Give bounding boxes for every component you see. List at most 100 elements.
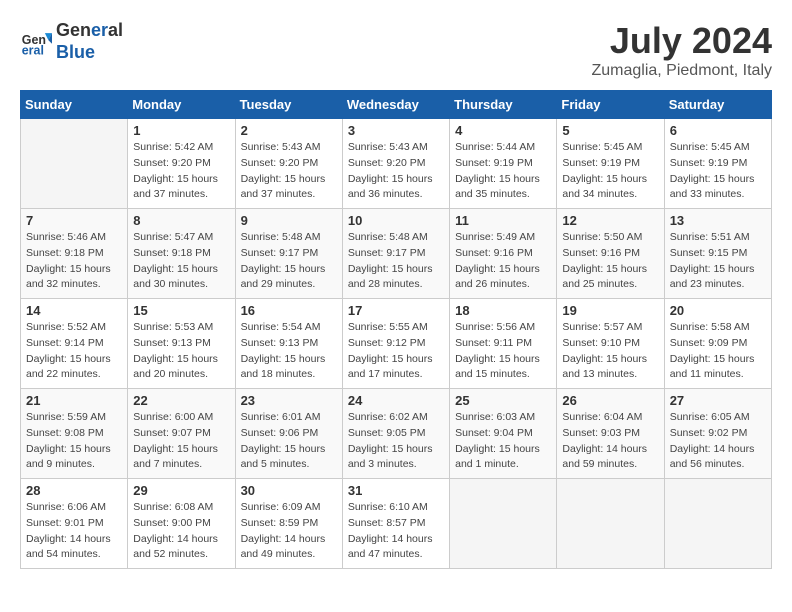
day-info: Sunrise: 6:08 AM Sunset: 9:00 PM Dayligh… xyxy=(133,500,229,563)
day-number: 29 xyxy=(133,483,229,498)
month-year-title: July 2024 xyxy=(591,20,772,62)
calendar-week-row: 7 Sunrise: 5:46 AM Sunset: 9:18 PM Daylig… xyxy=(21,209,772,299)
calendar-cell: 4 Sunrise: 5:44 AM Sunset: 9:19 PM Daylig… xyxy=(450,119,557,209)
day-info: Sunrise: 5:42 AM Sunset: 9:20 PM Dayligh… xyxy=(133,140,229,203)
calendar-cell xyxy=(664,479,771,569)
calendar-week-row: 21 Sunrise: 5:59 AM Sunset: 9:08 PM Dayli… xyxy=(21,389,772,479)
day-number: 4 xyxy=(455,123,551,138)
day-info: Sunrise: 5:51 AM Sunset: 9:15 PM Dayligh… xyxy=(670,230,766,293)
day-number: 2 xyxy=(241,123,337,138)
calendar-cell: 11Sunrise: 5:49 AM Sunset: 9:16 PM Dayli… xyxy=(450,209,557,299)
day-info: Sunrise: 5:43 AM Sunset: 9:20 PM Dayligh… xyxy=(348,140,444,203)
calendar-cell: 7 Sunrise: 5:46 AM Sunset: 9:18 PM Daylig… xyxy=(21,209,128,299)
day-number: 27 xyxy=(670,393,766,408)
calendar-cell: 3Sunrise: 5:43 AM Sunset: 9:20 PM Daylig… xyxy=(342,119,449,209)
day-number: 21 xyxy=(26,393,122,408)
calendar-cell: 16 Sunrise: 5:54 AM Sunset: 9:13 PM Dayli… xyxy=(235,299,342,389)
day-number: 10 xyxy=(348,213,444,228)
day-info: Sunrise: 6:01 AM Sunset: 9:06 PM Dayligh… xyxy=(241,410,337,473)
calendar-cell: 25 Sunrise: 6:03 AM Sunset: 9:04 PM Dayli… xyxy=(450,389,557,479)
day-info: Sunrise: 5:54 AM Sunset: 9:13 PM Dayligh… xyxy=(241,320,337,383)
day-number: 1 xyxy=(133,123,229,138)
calendar-cell: 14 Sunrise: 5:52 AM Sunset: 9:14 PM Dayli… xyxy=(21,299,128,389)
day-info: Sunrise: 6:06 AM Sunset: 9:01 PM Dayligh… xyxy=(26,500,122,563)
calendar-cell xyxy=(21,119,128,209)
day-number: 18 xyxy=(455,303,551,318)
calendar-cell: 29 Sunrise: 6:08 AM Sunset: 9:00 PM Dayli… xyxy=(128,479,235,569)
day-number: 7 xyxy=(26,213,122,228)
calendar-cell: 24Sunrise: 6:02 AM Sunset: 9:05 PM Dayli… xyxy=(342,389,449,479)
day-info: Sunrise: 5:48 AM Sunset: 9:17 PM Dayligh… xyxy=(241,230,337,293)
day-number: 16 xyxy=(241,303,337,318)
calendar-cell: 30 Sunrise: 6:09 AM Sunset: 8:59 PM Dayli… xyxy=(235,479,342,569)
title-block: July 2024 Zumaglia, Piedmont, Italy xyxy=(591,20,772,80)
calendar-cell: 17 Sunrise: 5:55 AM Sunset: 9:12 PM Dayli… xyxy=(342,299,449,389)
calendar-cell: 12Sunrise: 5:50 AM Sunset: 9:16 PM Dayli… xyxy=(557,209,664,299)
calendar-cell: 27Sunrise: 6:05 AM Sunset: 9:02 PM Dayli… xyxy=(664,389,771,479)
day-number: 6 xyxy=(670,123,766,138)
day-info: Sunrise: 5:52 AM Sunset: 9:14 PM Dayligh… xyxy=(26,320,122,383)
day-number: 19 xyxy=(562,303,658,318)
calendar-cell: 22 Sunrise: 6:00 AM Sunset: 9:07 PM Dayli… xyxy=(128,389,235,479)
day-info: Sunrise: 6:03 AM Sunset: 9:04 PM Dayligh… xyxy=(455,410,551,473)
calendar-cell: 13Sunrise: 5:51 AM Sunset: 9:15 PM Dayli… xyxy=(664,209,771,299)
day-info: Sunrise: 5:55 AM Sunset: 9:12 PM Dayligh… xyxy=(348,320,444,383)
calendar-week-row: 1 Sunrise: 5:42 AM Sunset: 9:20 PM Daylig… xyxy=(21,119,772,209)
day-info: Sunrise: 5:43 AM Sunset: 9:20 PM Dayligh… xyxy=(241,140,337,203)
day-number: 30 xyxy=(241,483,337,498)
calendar-cell: 2 Sunrise: 5:43 AM Sunset: 9:20 PM Daylig… xyxy=(235,119,342,209)
day-number: 24 xyxy=(348,393,444,408)
page-header: Gen eral General Blue July 2024 Zumaglia… xyxy=(20,20,772,80)
calendar-week-row: 14 Sunrise: 5:52 AM Sunset: 9:14 PM Dayli… xyxy=(21,299,772,389)
calendar-cell: 5Sunrise: 5:45 AM Sunset: 9:19 PM Daylig… xyxy=(557,119,664,209)
day-number: 14 xyxy=(26,303,122,318)
svg-text:eral: eral xyxy=(22,43,44,57)
calendar-cell: 18 Sunrise: 5:56 AM Sunset: 9:11 PM Dayli… xyxy=(450,299,557,389)
weekday-header: Thursday xyxy=(450,91,557,119)
calendar-cell: 10 Sunrise: 5:48 AM Sunset: 9:17 PM Dayli… xyxy=(342,209,449,299)
calendar-cell xyxy=(557,479,664,569)
weekday-header: Wednesday xyxy=(342,91,449,119)
calendar-cell: 20Sunrise: 5:58 AM Sunset: 9:09 PM Dayli… xyxy=(664,299,771,389)
day-info: Sunrise: 5:56 AM Sunset: 9:11 PM Dayligh… xyxy=(455,320,551,383)
location-subtitle: Zumaglia, Piedmont, Italy xyxy=(591,62,772,80)
calendar-cell: 21 Sunrise: 5:59 AM Sunset: 9:08 PM Dayli… xyxy=(21,389,128,479)
day-number: 22 xyxy=(133,393,229,408)
calendar-cell: 8 Sunrise: 5:47 AM Sunset: 9:18 PM Daylig… xyxy=(128,209,235,299)
calendar-cell: 15Sunrise: 5:53 AM Sunset: 9:13 PM Dayli… xyxy=(128,299,235,389)
calendar-cell: 23Sunrise: 6:01 AM Sunset: 9:06 PM Dayli… xyxy=(235,389,342,479)
calendar-cell: 6 Sunrise: 5:45 AM Sunset: 9:19 PM Daylig… xyxy=(664,119,771,209)
day-info: Sunrise: 5:58 AM Sunset: 9:09 PM Dayligh… xyxy=(670,320,766,383)
day-info: Sunrise: 5:44 AM Sunset: 9:19 PM Dayligh… xyxy=(455,140,551,203)
calendar-cell: 28 Sunrise: 6:06 AM Sunset: 9:01 PM Dayli… xyxy=(21,479,128,569)
calendar-cell: 1 Sunrise: 5:42 AM Sunset: 9:20 PM Daylig… xyxy=(128,119,235,209)
weekday-header: Saturday xyxy=(664,91,771,119)
day-info: Sunrise: 5:47 AM Sunset: 9:18 PM Dayligh… xyxy=(133,230,229,293)
calendar-cell: 9Sunrise: 5:48 AM Sunset: 9:17 PM Daylig… xyxy=(235,209,342,299)
calendar-cell xyxy=(450,479,557,569)
weekday-header-row: SundayMondayTuesdayWednesdayThursdayFrid… xyxy=(21,91,772,119)
logo-text: General Blue xyxy=(56,20,123,63)
weekday-header: Sunday xyxy=(21,91,128,119)
logo: Gen eral General Blue xyxy=(20,20,123,63)
day-number: 31 xyxy=(348,483,444,498)
day-number: 8 xyxy=(133,213,229,228)
day-info: Sunrise: 5:46 AM Sunset: 9:18 PM Dayligh… xyxy=(26,230,122,293)
calendar-cell: 26 Sunrise: 6:04 AM Sunset: 9:03 PM Dayli… xyxy=(557,389,664,479)
day-info: Sunrise: 5:59 AM Sunset: 9:08 PM Dayligh… xyxy=(26,410,122,473)
day-number: 17 xyxy=(348,303,444,318)
day-info: Sunrise: 6:10 AM Sunset: 8:57 PM Dayligh… xyxy=(348,500,444,563)
day-info: Sunrise: 5:48 AM Sunset: 9:17 PM Dayligh… xyxy=(348,230,444,293)
day-number: 25 xyxy=(455,393,551,408)
day-number: 26 xyxy=(562,393,658,408)
day-info: Sunrise: 6:04 AM Sunset: 9:03 PM Dayligh… xyxy=(562,410,658,473)
weekday-header: Tuesday xyxy=(235,91,342,119)
day-info: Sunrise: 5:45 AM Sunset: 9:19 PM Dayligh… xyxy=(670,140,766,203)
day-number: 28 xyxy=(26,483,122,498)
day-info: Sunrise: 6:09 AM Sunset: 8:59 PM Dayligh… xyxy=(241,500,337,563)
day-number: 15 xyxy=(133,303,229,318)
day-info: Sunrise: 6:00 AM Sunset: 9:07 PM Dayligh… xyxy=(133,410,229,473)
calendar-table: SundayMondayTuesdayWednesdayThursdayFrid… xyxy=(20,90,772,569)
day-info: Sunrise: 5:57 AM Sunset: 9:10 PM Dayligh… xyxy=(562,320,658,383)
calendar-cell: 31 Sunrise: 6:10 AM Sunset: 8:57 PM Dayli… xyxy=(342,479,449,569)
